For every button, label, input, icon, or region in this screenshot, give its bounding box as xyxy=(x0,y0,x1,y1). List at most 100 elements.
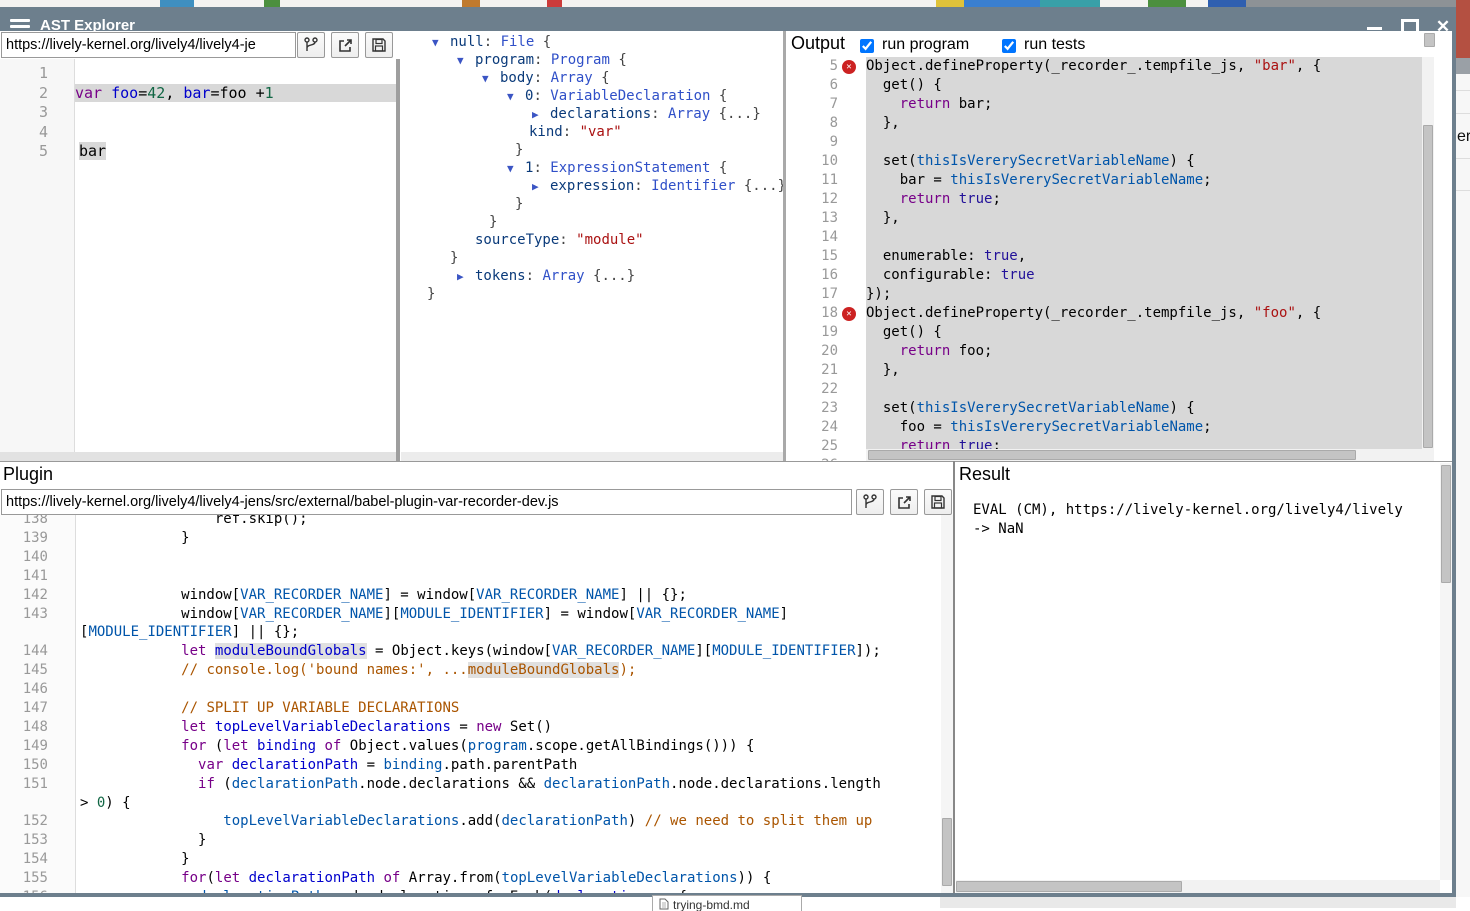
code-token: : xyxy=(634,178,651,194)
code-token: : xyxy=(563,124,580,140)
line-number: 4 xyxy=(0,123,48,141)
code-line: ▼program: Program { xyxy=(401,52,627,68)
open-external-button[interactable] xyxy=(331,32,359,58)
expand-arrow-icon[interactable]: ▶ xyxy=(532,108,550,121)
code-line: configurable: true xyxy=(866,267,1035,283)
plugin-save-button[interactable] xyxy=(924,489,952,515)
code-token: } xyxy=(489,214,497,230)
code-token: ( xyxy=(215,776,232,792)
run-tests-checkbox[interactable] xyxy=(1002,39,1016,53)
result-hscrollbar-track[interactable] xyxy=(956,880,1440,893)
run-program-checkbox[interactable] xyxy=(860,39,874,53)
result-output[interactable]: EVAL (CM), https://lively-kernel.org/liv… xyxy=(973,500,1435,870)
plugin-version-graph-button[interactable] xyxy=(856,489,884,515)
output-code-area[interactable]: Object.defineProperty(_recorder_.tempfil… xyxy=(866,57,1422,449)
code-token: thisIsVererySecretVariableName xyxy=(950,172,1203,188)
line-number: 146 xyxy=(0,681,48,697)
collapse-arrow-icon[interactable]: ▼ xyxy=(457,54,475,67)
code-token: File xyxy=(501,34,535,50)
expand-arrow-icon[interactable]: ▶ xyxy=(457,270,475,283)
output-vscrollbar-track[interactable] xyxy=(1422,57,1434,461)
code-token: : xyxy=(526,268,543,284)
result-vscrollbar-thumb[interactable] xyxy=(1441,465,1451,583)
code-token: // console.log('bound names:', ... xyxy=(181,662,468,678)
code-token: moduleBoundGlobals xyxy=(215,643,367,659)
collapse-arrow-icon[interactable]: ▼ xyxy=(507,162,525,175)
code-token: { xyxy=(710,88,727,104)
output-pane-title: Output xyxy=(791,33,845,54)
collapse-arrow-icon[interactable]: ▼ xyxy=(507,90,525,103)
code-token: get() { xyxy=(866,77,942,93)
code-token: true xyxy=(959,191,993,207)
code-token: binding xyxy=(257,738,316,754)
source-editor[interactable]: 12345 var foo=42, bar=foo +1bar xyxy=(0,59,397,452)
desktop-background xyxy=(0,0,1470,7)
code-token: topLevelVariableDeclarations xyxy=(223,813,459,829)
line-number: 148 xyxy=(0,719,48,735)
plugin-vscrollbar-thumb[interactable] xyxy=(942,818,952,886)
collapse-arrow-icon[interactable]: ▼ xyxy=(482,72,500,85)
pane-divider[interactable] xyxy=(396,59,400,461)
maximize-button[interactable] xyxy=(1398,18,1420,35)
source-hscrollbar-track[interactable] xyxy=(0,452,396,461)
expand-arrow-icon[interactable]: ▶ xyxy=(532,180,550,193)
code-line: } xyxy=(401,286,435,302)
background-file-name: trying-bmd.md xyxy=(673,898,750,911)
code-token: ][ xyxy=(383,606,400,622)
plugin-editor[interactable]: ref.skip(); } window[VAR_RECORDER_NAME] … xyxy=(0,515,941,893)
code-line: for (let binding of Object.values(progra… xyxy=(80,738,754,754)
source-code-area[interactable]: var foo=42, bar=foo +1bar xyxy=(79,59,397,452)
line-number: 141 xyxy=(0,568,48,584)
code-token xyxy=(206,719,214,735)
code-token: // SPLIT UP VARIABLE DECLARATIONS xyxy=(181,700,459,716)
code-token: get() { xyxy=(866,324,942,340)
code-token: ; xyxy=(992,438,1000,449)
code-token: thisIsVererySecretVariableName xyxy=(917,153,1170,169)
code-token: } xyxy=(80,851,190,867)
background-panel xyxy=(940,897,1456,908)
output-hscrollbar-thumb[interactable] xyxy=(868,450,1356,460)
code-line: } xyxy=(401,196,523,212)
line-number: 139 xyxy=(0,530,48,546)
save-button[interactable] xyxy=(365,32,393,58)
code-line: ▼1: ExpressionStatement { xyxy=(401,160,727,176)
code-token: Object.values( xyxy=(341,738,467,754)
code-token: binding xyxy=(383,757,442,773)
code-token: null xyxy=(450,34,484,50)
code-token: .node.declarations.length xyxy=(670,776,881,792)
code-token: { xyxy=(610,52,627,68)
code-token: } xyxy=(515,142,523,158)
code-token: for xyxy=(181,738,206,754)
error-icon[interactable]: ✕ xyxy=(842,60,856,74)
output-hscrollbar-track[interactable] xyxy=(866,449,1422,461)
background-below-window: trying-bmd.md xyxy=(0,897,1470,908)
source-url-input[interactable] xyxy=(1,32,296,58)
code-line: return bar; xyxy=(866,96,992,112)
plugin-vscrollbar-track[interactable] xyxy=(941,515,953,893)
code-token: .add( xyxy=(459,813,501,829)
error-icon[interactable]: ✕ xyxy=(842,307,856,321)
plugin-url-input[interactable] xyxy=(1,489,852,515)
minimize-button[interactable] xyxy=(1364,18,1386,35)
wallpaper-fragment xyxy=(964,0,1040,7)
version-graph-icon xyxy=(862,494,878,510)
line-number: 150 xyxy=(0,757,48,773)
code-line: > 0) { xyxy=(80,795,131,811)
code-token: return xyxy=(900,96,951,112)
code-line: ▶expression: Identifier {...} xyxy=(401,178,786,194)
ast-hscrollbar-track[interactable] xyxy=(401,452,783,461)
window-titlebar[interactable]: AST Explorer ✕ xyxy=(0,7,1456,31)
collapse-arrow-icon[interactable]: ▼ xyxy=(432,36,450,49)
version-graph-button[interactable] xyxy=(297,32,325,58)
result-hscrollbar-thumb[interactable] xyxy=(956,881,1182,892)
line-number: 15 xyxy=(786,248,838,264)
plugin-open-external-button[interactable] xyxy=(890,489,918,515)
plugin-code-area[interactable]: ref.skip(); } window[VAR_RECORDER_NAME] … xyxy=(80,515,941,893)
ast-tree-pane[interactable]: ▼null: File {▼program: Program {▼body: A… xyxy=(401,31,783,461)
close-button[interactable]: ✕ xyxy=(1432,18,1454,35)
output-vscrollbar-thumb[interactable] xyxy=(1423,125,1433,448)
result-vscrollbar-track[interactable] xyxy=(1440,463,1452,880)
code-token: , { xyxy=(1296,305,1321,321)
code-token: true xyxy=(984,248,1018,264)
line-number: 8 xyxy=(786,115,838,131)
